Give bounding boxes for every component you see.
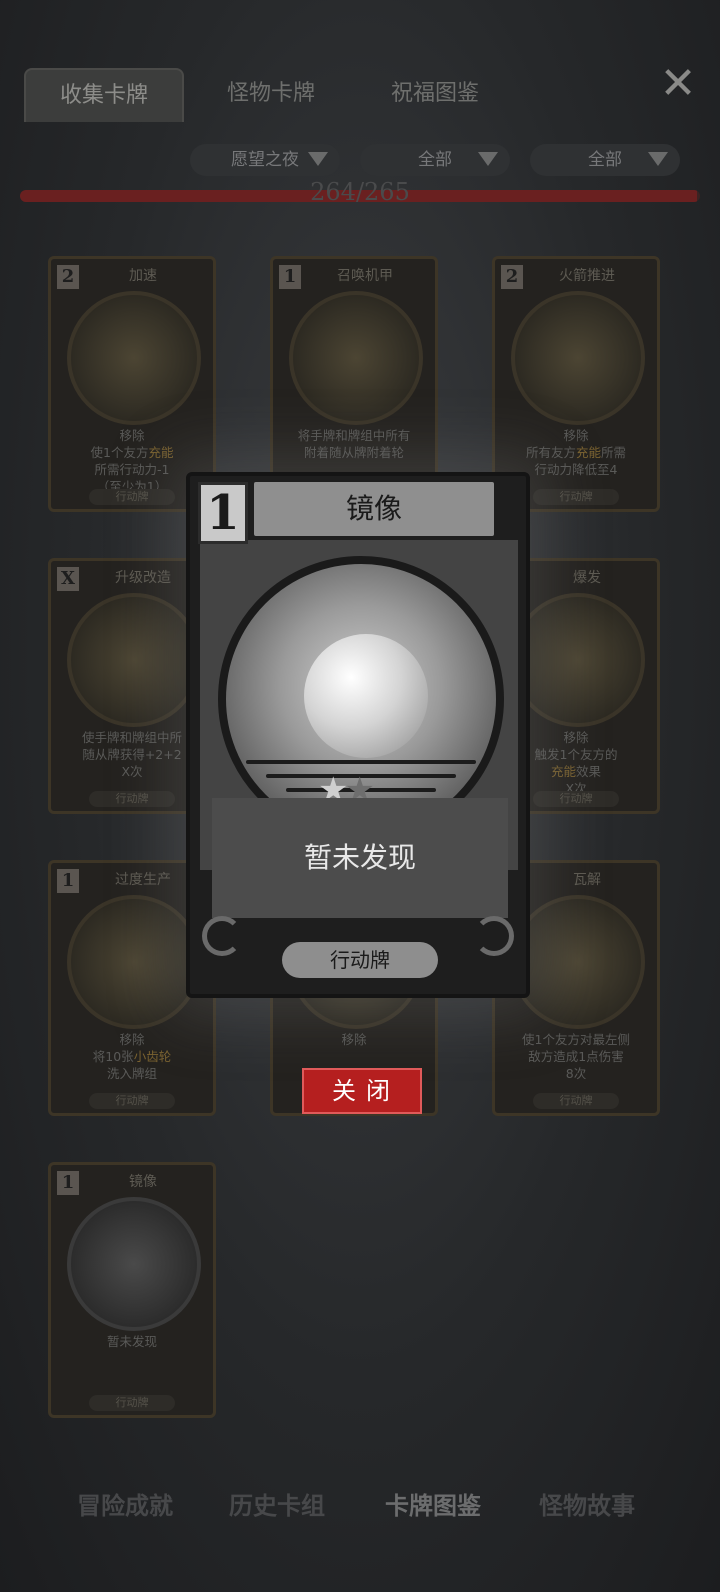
card-name: 加速 bbox=[129, 268, 157, 284]
desc-text: 移除 触发1个友方的 bbox=[534, 730, 618, 762]
collection-progress-text: 264/265 bbox=[310, 178, 410, 206]
nav-monster-stories[interactable]: 怪物故事 bbox=[512, 1486, 662, 1521]
card-type-label: 行动牌 bbox=[89, 489, 175, 505]
wave-line bbox=[246, 760, 476, 764]
card-description: 移除 所有友方充能所需 行动力降低至4 bbox=[505, 427, 647, 478]
card-cost: 1 bbox=[279, 265, 301, 289]
card-art bbox=[67, 895, 201, 1029]
card-type-label: 行动牌 bbox=[533, 791, 619, 807]
card-description: 将手牌和牌组中所有 附着随从牌附着轮 bbox=[283, 427, 425, 461]
card-description: 使手牌和牌组中所 随从牌获得+2+2 X次 bbox=[61, 729, 203, 780]
desc-text: 洗入牌组 bbox=[106, 1066, 157, 1081]
card-name: 火箭推进 bbox=[559, 268, 615, 284]
desc-keyword: 充能 bbox=[148, 445, 174, 460]
desc-text: 暂未发现 bbox=[106, 1334, 157, 1349]
card-name: 召唤机甲 bbox=[337, 268, 393, 284]
card-name: 镜像 bbox=[129, 1174, 157, 1190]
filter-type[interactable]: 全部 bbox=[360, 144, 510, 176]
card-cost: 1 bbox=[198, 482, 248, 544]
desc-text: 移除 bbox=[341, 1032, 367, 1047]
card-cost: 1 bbox=[57, 869, 79, 893]
card-title: 镜像 bbox=[254, 482, 494, 536]
desc-keyword: 小齿轮 bbox=[133, 1049, 172, 1064]
filter-type-label: 全部 bbox=[418, 150, 452, 170]
card-name: 瓦解 bbox=[573, 872, 601, 888]
card-type-label: 行动牌 bbox=[89, 791, 175, 807]
card-cost: 2 bbox=[57, 265, 79, 289]
desc-text: 使1个友方对最左侧 敌方造成1点伤害 8次 bbox=[522, 1032, 630, 1081]
card-type-label: 行动牌 bbox=[282, 942, 438, 978]
card-description: 暂未发现 bbox=[212, 798, 508, 918]
swirl-ornament-icon bbox=[202, 916, 242, 956]
card-description: 移除 bbox=[283, 1031, 425, 1048]
card-name: 爆发 bbox=[573, 570, 601, 586]
card-art bbox=[67, 291, 201, 425]
card-art bbox=[511, 895, 645, 1029]
dropdown-arrow-icon bbox=[478, 152, 498, 166]
swirl-ornament-icon bbox=[474, 916, 514, 956]
card-name: 升级改造 bbox=[115, 570, 171, 586]
card-description: 移除 使1个友方充能 所需行动力-1 （至少为1） bbox=[61, 427, 203, 495]
filter-rarity-label: 全部 bbox=[588, 150, 622, 170]
card-art bbox=[289, 291, 423, 425]
card-art bbox=[67, 1197, 201, 1331]
card-name: 过度生产 bbox=[115, 872, 171, 888]
desc-text: 移除 使1个友方 bbox=[90, 428, 149, 460]
nav-history-decks[interactable]: 历史卡组 bbox=[202, 1486, 352, 1521]
card-type-label: 行动牌 bbox=[89, 1395, 175, 1411]
tab-collect-cards[interactable]: 收集卡牌 bbox=[24, 68, 184, 122]
dropdown-arrow-icon bbox=[648, 152, 668, 166]
orb-image bbox=[304, 634, 428, 758]
collection-card[interactable]: 1 镜像暂未发现行动牌 bbox=[48, 1162, 216, 1418]
card-description: 使1个友方对最左侧 敌方造成1点伤害 8次 bbox=[505, 1031, 647, 1082]
filter-event-label: 愿望之夜 bbox=[231, 150, 299, 170]
card-description: 移除 将10张小齿轮 洗入牌组 bbox=[61, 1031, 203, 1082]
card-art bbox=[67, 593, 201, 727]
nav-card-gallery[interactable]: 卡牌图鉴 bbox=[358, 1486, 508, 1521]
card-type-label: 行动牌 bbox=[533, 1093, 619, 1109]
card-type-label: 行动牌 bbox=[533, 489, 619, 505]
card-cost: 2 bbox=[501, 265, 523, 289]
nav-adventure-achievements[interactable]: 冒险成就 bbox=[50, 1486, 200, 1521]
card-type-label: 行动牌 bbox=[89, 1093, 175, 1109]
tab-blessing-gallery[interactable]: 祝福图鉴 bbox=[360, 68, 510, 120]
close-button[interactable]: 关闭 bbox=[302, 1068, 422, 1114]
card-art bbox=[511, 593, 645, 727]
dropdown-arrow-icon bbox=[308, 152, 328, 166]
card-cost: 1 bbox=[57, 1171, 79, 1195]
card-description: 暂未发现 bbox=[61, 1333, 203, 1350]
close-icon[interactable]: ✕ bbox=[656, 62, 700, 106]
filter-rarity[interactable]: 全部 bbox=[530, 144, 680, 176]
bottom-nav: 冒险成就 历史卡组 卡牌图鉴 怪物故事 bbox=[0, 1486, 720, 1536]
desc-keyword: 充能 bbox=[550, 764, 576, 779]
card-art bbox=[511, 291, 645, 425]
filter-event[interactable]: 愿望之夜 bbox=[190, 144, 340, 176]
card-cost: X bbox=[57, 567, 79, 591]
desc-text: 将手牌和牌组中所有 附着随从牌附着轮 bbox=[297, 428, 411, 460]
tab-monster-cards[interactable]: 怪物卡牌 bbox=[196, 68, 346, 120]
card-detail-modal: 1 镜像 ★★ 暂未发现 行动牌 bbox=[186, 472, 530, 998]
desc-keyword: 充能 bbox=[575, 445, 601, 460]
desc-text: 使手牌和牌组中所 随从牌获得+2+2 X次 bbox=[81, 730, 182, 779]
